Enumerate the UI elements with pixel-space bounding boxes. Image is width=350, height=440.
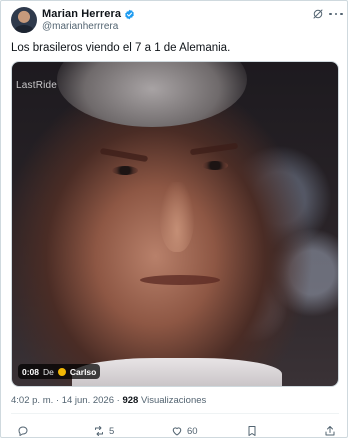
- video-watermark: LastRide: [16, 80, 58, 91]
- retweet-button[interactable]: 5: [93, 425, 114, 437]
- sun-icon: [57, 367, 66, 376]
- retweet-icon: [95, 426, 103, 436]
- avatar[interactable]: [11, 7, 37, 33]
- video-frame-brow: [189, 142, 239, 156]
- tweet-date[interactable]: 14 jun. 2026: [62, 395, 114, 406]
- video-frame-collar: [72, 358, 282, 386]
- grok-icon[interactable]: [312, 8, 324, 20]
- video-duration: 0:08: [22, 366, 40, 377]
- like-button[interactable]: 60: [171, 425, 198, 437]
- video-player[interactable]: LastRide 0:08 De Carlso: [11, 61, 339, 387]
- like-count: 60: [187, 425, 198, 437]
- heart-icon: [172, 427, 182, 436]
- author-name[interactable]: Marian Herrera: [42, 8, 121, 20]
- bookmark-icon: [248, 426, 256, 436]
- meta-separator: ·: [116, 395, 120, 406]
- tweet-text: Los brasileros viendo el 7 a 1 de Aleman…: [11, 42, 231, 54]
- share-button[interactable]: [324, 425, 336, 437]
- author-handle[interactable]: @marianherrrera: [42, 21, 118, 32]
- author-name-line: Marian Herrera: [42, 7, 135, 21]
- meta-separator: ·: [55, 395, 60, 406]
- share-icon: [325, 426, 335, 436]
- more-options-icon[interactable]: [329, 8, 343, 20]
- retweet-count: 5: [109, 425, 115, 437]
- reply-icon: [18, 426, 28, 436]
- video-from-label: De: [43, 366, 54, 377]
- tweet-time[interactable]: 4:02 p. m.: [11, 395, 53, 406]
- verified-badge-icon: [125, 9, 134, 19]
- video-frame-eye: [112, 166, 138, 175]
- video-frame-mouth: [140, 275, 220, 285]
- tweet-meta: 4:02 p. m. · 14 jun. 2026 · 928 Visualiz…: [11, 395, 206, 406]
- reply-button[interactable]: [17, 425, 33, 437]
- video-frame-brow: [99, 147, 149, 163]
- views-label: Visualizaciones: [140, 395, 207, 406]
- video-source-name[interactable]: Carlso: [70, 367, 96, 377]
- video-frame-nose: [160, 182, 194, 252]
- views-count: 928: [122, 395, 139, 406]
- bookmark-button[interactable]: [246, 425, 262, 437]
- divider: [11, 413, 339, 414]
- video-info-overlay: 0:08 De Carlso: [18, 364, 101, 379]
- video-frame-eye: [202, 161, 228, 170]
- tweet-card: Marian Herrera @marianherrrera Los brasi…: [0, 0, 348, 438]
- video-frame-hair: [57, 62, 247, 127]
